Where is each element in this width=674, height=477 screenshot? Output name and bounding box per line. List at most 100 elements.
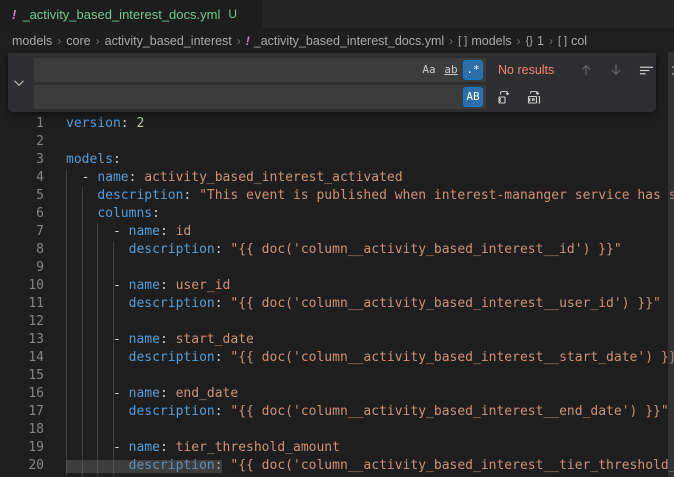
tab-active-file[interactable]: ! _activity_based_interest_docs.yml U — [0, 0, 262, 28]
find-input[interactable]: \s{6}- name: (.*)\n description: "" Aa a… — [34, 58, 486, 82]
breadcrumb-item[interactable]: activity_based_interest — [105, 34, 232, 48]
line-number[interactable]: 20 — [0, 457, 44, 475]
code-editor[interactable]: 1version: 223models:4 - name: activity_b… — [0, 112, 674, 477]
symbol-icon: {} — [526, 35, 533, 47]
code-line[interactable]: 10 - name: user_id — [0, 277, 674, 295]
line-text: - name: tier_threshold_amount — [66, 439, 340, 457]
line-text: - name: end_date — [66, 385, 238, 403]
line-number[interactable]: 2 — [0, 133, 44, 151]
breadcrumb-item[interactable]: core — [66, 34, 90, 48]
line-number[interactable]: 17 — [0, 403, 44, 421]
code-line[interactable]: 8 description: "{{ doc('column__activity… — [0, 241, 674, 259]
line-text: - name: user_id — [66, 277, 230, 295]
line-number[interactable]: 8 — [0, 241, 44, 259]
code-line[interactable]: 1 version: 2 — [0, 115, 674, 133]
indent-guide — [113, 241, 114, 477]
horizontal-scrollbar[interactable] — [66, 460, 222, 473]
code-line[interactable]: 17 description: "{{ doc('column__activit… — [0, 403, 674, 421]
breadcrumb-label: models — [471, 34, 511, 48]
line-number[interactable]: 11 — [0, 295, 44, 313]
breadcrumb-separator: › — [517, 34, 521, 48]
line-text: description: "This event is published wh… — [66, 187, 674, 205]
code-line[interactable]: 2 — [0, 133, 674, 151]
symbol-icon: [ ] — [458, 35, 467, 47]
line-text: models: — [66, 151, 121, 169]
line-number[interactable]: 6 — [0, 205, 44, 223]
replace-all-icon[interactable] — [524, 87, 544, 107]
code-line[interactable]: 9 — [0, 259, 674, 277]
breadcrumb: models › core › activity_based_interest ›! _ac… — [0, 28, 674, 53]
code-line[interactable]: 13 - name: start_date — [0, 331, 674, 349]
line-number[interactable]: 18 — [0, 421, 44, 439]
replace-one-icon[interactable] — [494, 87, 514, 107]
line-text: version: 2 — [66, 115, 144, 133]
previous-match-icon[interactable] — [576, 60, 596, 80]
preserve-case-toggle[interactable]: AB — [463, 87, 483, 107]
tab-filename: _activity_based_interest_docs.yml — [22, 7, 220, 22]
line-number[interactable]: 15 — [0, 367, 44, 385]
code-line[interactable]: 16 - name: end_date — [0, 385, 674, 403]
breadcrumb-label: models — [12, 34, 52, 48]
code-line[interactable]: 18 — [0, 421, 674, 439]
line-number[interactable]: 7 — [0, 223, 44, 241]
replace-input[interactable]: - name: $1\n description: "{{ doc('colum… — [34, 85, 486, 109]
file-warning-icon: ! — [12, 7, 16, 22]
line-number[interactable]: 5 — [0, 187, 44, 205]
code-line[interactable]: 19 - name: tier_threshold_amount — [0, 439, 674, 457]
line-text: description: "{{ doc('column__activity_b… — [66, 349, 674, 367]
code-line[interactable]: 14 description: "{{ doc('column__activit… — [0, 349, 674, 367]
whole-word-toggle[interactable]: ab — [441, 60, 461, 80]
line-text: columns: — [66, 205, 160, 223]
line-number[interactable]: 1 — [0, 115, 44, 133]
find-replace-widget: \s{6}- name: (.*)\n description: "" Aa a… — [8, 53, 656, 112]
breadcrumb-separator: › — [549, 34, 553, 48]
line-number[interactable]: 3 — [0, 151, 44, 169]
indent-guide — [66, 169, 67, 477]
line-number[interactable]: 4 — [0, 169, 44, 187]
breadcrumb-separator: › — [449, 34, 453, 48]
match-case-toggle[interactable]: Aa — [419, 60, 439, 80]
breadcrumb-label: col — [571, 34, 587, 48]
breadcrumb-item[interactable]: models — [12, 34, 52, 48]
vertical-scrollbar[interactable] — [668, 52, 674, 477]
line-text: description: "{{ doc('column__activity_b… — [66, 403, 669, 421]
line-number[interactable]: 19 — [0, 439, 44, 457]
breadcrumb-label: 1 — [537, 34, 544, 48]
next-match-icon[interactable] — [606, 60, 626, 80]
line-number[interactable]: 16 — [0, 385, 44, 403]
file-warning-icon: ! — [246, 34, 250, 48]
breadcrumb-item[interactable]: [ ] col — [558, 34, 587, 48]
find-in-selection-icon[interactable] — [636, 60, 656, 80]
line-text: description: "{{ doc('column__activity_b… — [66, 241, 622, 259]
breadcrumb-separator: › — [237, 34, 241, 48]
regex-toggle[interactable]: .* — [463, 60, 483, 80]
line-number[interactable]: 9 — [0, 259, 44, 277]
find-status: No results — [498, 63, 568, 77]
code-line[interactable]: 11 description: "{{ doc('column__activit… — [0, 295, 674, 313]
line-number[interactable]: 13 — [0, 331, 44, 349]
code-line[interactable]: 7 - name: id — [0, 223, 674, 241]
line-text: - name: activity_based_interest_activate… — [66, 169, 403, 187]
code-line[interactable]: 5 description: "This event is published … — [0, 187, 674, 205]
breadcrumb-item[interactable]: ! _activity_based_interest_docs.yml — [246, 34, 444, 48]
breadcrumb-label: _activity_based_interest_docs.yml — [254, 34, 444, 48]
breadcrumb-label: core — [66, 34, 90, 48]
tab-bar: ! _activity_based_interest_docs.yml U — [0, 0, 674, 28]
indent-guide — [82, 187, 83, 477]
breadcrumb-item[interactable]: [ ] models — [458, 34, 511, 48]
line-number[interactable]: 10 — [0, 277, 44, 295]
code-line[interactable]: 3 models: — [0, 151, 674, 169]
code-line[interactable]: 4 - name: activity_based_interest_activa… — [0, 169, 674, 187]
code-line[interactable]: 6 columns: — [0, 205, 674, 223]
line-text: description: "{{ doc('column__activity_b… — [66, 295, 661, 313]
line-number[interactable]: 12 — [0, 313, 44, 331]
toggle-replace-chevron-icon[interactable] — [8, 53, 30, 112]
breadcrumb-separator: › — [96, 34, 100, 48]
close-icon[interactable] — [666, 60, 674, 80]
line-number[interactable]: 14 — [0, 349, 44, 367]
breadcrumb-item[interactable]: {} 1 — [526, 34, 544, 48]
code-line[interactable]: 15 — [0, 367, 674, 385]
code-line[interactable]: 12 — [0, 313, 674, 331]
git-status-badge: U — [228, 7, 237, 21]
symbol-icon: [ ] — [558, 35, 567, 47]
